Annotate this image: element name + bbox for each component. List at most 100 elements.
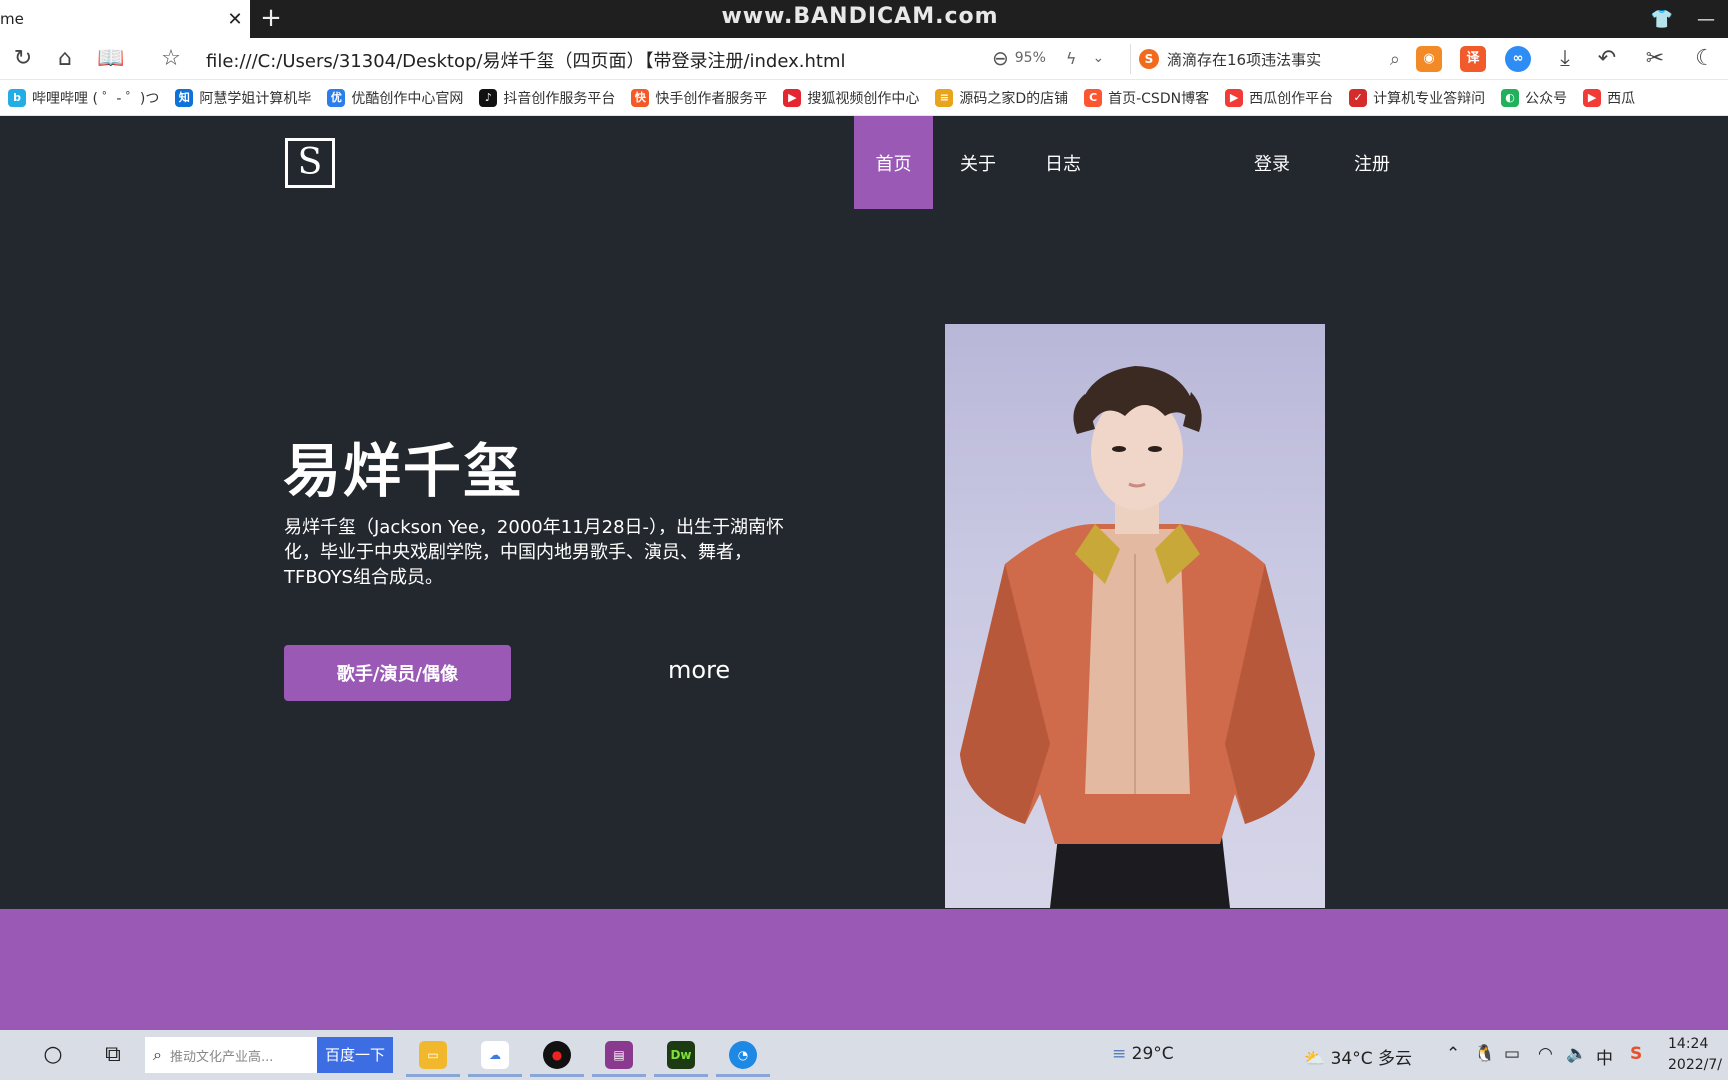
nav-about[interactable]: 关于 [940, 116, 1016, 209]
weather-main[interactable]: ⛅ 34°C 多云 [1304, 1044, 1412, 1069]
browser-icon: ◔ [729, 1040, 757, 1069]
site-logo[interactable]: S [285, 138, 335, 188]
system-clock[interactable]: 14:24 2022/7/ [1668, 1034, 1728, 1076]
bookmark-label: 抖音创作服务平台 [503, 90, 616, 107]
portrait-photo [945, 324, 1325, 908]
new-tab-button[interactable]: + [256, 4, 286, 34]
web-page: S 首页 关于 日志 登录 注册 易烊千玺 易烊千玺（Jackson Yee，2… [0, 116, 1728, 909]
bookmark-label: 快手创作者服务平 [655, 90, 768, 107]
battery-icon[interactable]: ▭ [1504, 1044, 1520, 1064]
zoom-out-icon[interactable]: ⊖ [992, 46, 1009, 70]
ime-indicator[interactable]: 中 [1596, 1044, 1613, 1069]
bookmark-item[interactable]: ▶ 搜狐视频创作中心 [775, 88, 927, 108]
bookmark-item[interactable]: ▶ 西瓜 [1575, 88, 1643, 108]
bookmark-label: 计算机专业答辩问 [1373, 90, 1486, 107]
bookmark-label: 哔哩哔哩 ( ゜- ゜)つ [32, 90, 160, 107]
bookmark-favicon-icon: ▶ [1225, 88, 1244, 107]
dreamweaver-app[interactable]: Dw [654, 1035, 708, 1077]
minimize-icon[interactable]: — [1684, 9, 1728, 30]
bookmark-favicon-icon: ✓ [1349, 88, 1368, 107]
bookmark-favicon-icon: ◐ [1501, 88, 1520, 107]
winrar-app[interactable]: ▤ [592, 1035, 646, 1077]
task-view-icon[interactable]: ⧉ [98, 1040, 128, 1070]
bookmark-item[interactable]: C 首页-CSDN博客 [1076, 88, 1217, 108]
translate-icon[interactable]: 译 [1460, 46, 1486, 72]
bookmark-item[interactable]: ♪ 抖音创作服务平台 [471, 88, 623, 108]
baidu-netdisk-app[interactable]: ☁ [468, 1035, 522, 1077]
browser-toolbar: ↻ ⌂ 📖 ☆ file:///C:/Users/31304/Desktop/易… [0, 38, 1728, 80]
scissors-icon[interactable]: ✂ [1640, 44, 1670, 74]
nav-home[interactable]: 首页 [854, 116, 933, 209]
bookmark-favicon-icon: ≡ [935, 88, 954, 107]
bookmark-item[interactable]: b 哔哩哔哩 ( ゜- ゜)つ [0, 88, 167, 108]
portrait-figure [960, 366, 1315, 908]
search-icon[interactable]: ⌕ [1390, 49, 1400, 70]
folder-icon: ▭ [419, 1040, 447, 1069]
night-mode-icon[interactable]: ☾ [1690, 44, 1720, 74]
dreamweaver-icon: Dw [667, 1040, 695, 1069]
nav-journal[interactable]: 日志 [1024, 116, 1102, 209]
address-bar[interactable]: file:///C:/Users/31304/Desktop/易烊千玺（四页面）… [206, 47, 846, 73]
baidu-search-button[interactable]: 百度一下 [317, 1037, 393, 1073]
windows-taskbar: ○ ⧉ ⌕ 推动文化产业高... 百度一下 ▭ ☁ ● ▤ Dw ◔ ≡ 29°… [0, 1030, 1728, 1080]
tray-chevron-icon[interactable]: ⌃ [1446, 1044, 1460, 1064]
chevron-down-icon[interactable]: ⌄ [1092, 50, 1104, 66]
game-icon[interactable]: ◉ [1416, 46, 1442, 72]
weather-small[interactable]: ≡ 29°C [1112, 1044, 1174, 1064]
taskbar-search[interactable]: ⌕ 推动文化产业高... [145, 1037, 317, 1073]
bookmark-favicon-icon: 优 [327, 88, 346, 107]
bookmark-favicon-icon: C [1084, 88, 1103, 107]
qq-icon[interactable]: 🐧 [1474, 1044, 1495, 1064]
file-explorer-app[interactable]: ▭ [406, 1035, 460, 1077]
bookmark-label: 西瓜 [1607, 90, 1636, 107]
archive-icon: ▤ [605, 1040, 633, 1069]
skin-icon[interactable]: 👕 [1640, 9, 1684, 30]
home-icon[interactable]: ⌂ [50, 44, 80, 74]
taskbar-search-input[interactable]: 推动文化产业高... [170, 1046, 273, 1065]
refresh-icon[interactable]: ↻ [8, 44, 38, 74]
bookmark-item[interactable]: ◐ 公众号 [1493, 88, 1575, 108]
cta-button[interactable]: 歌手/演员/偶像 [284, 645, 511, 701]
bookmark-item[interactable]: ✓ 计算机专业答辩问 [1341, 88, 1493, 108]
star-icon[interactable]: ☆ [156, 44, 186, 74]
bookmarks-bar: b 哔哩哔哩 ( ゜- ゜)つ知阿慧学姐计算机毕优优酷创作中心官网 ♪ 抖音创作服务平… [0, 80, 1728, 116]
zoom-control[interactable]: ⊖ 95% ϟ ⌄ [992, 46, 1104, 70]
lightning-icon[interactable]: ϟ [1066, 49, 1077, 68]
bookmark-item[interactable]: ≡ 源码之家D的店铺 [927, 88, 1076, 108]
reading-mode-icon[interactable]: 📖 [96, 44, 126, 74]
search-engine-icon[interactable]: S [1139, 49, 1159, 69]
footer-band [0, 909, 1728, 1030]
volume-icon[interactable]: 🔈 [1566, 1044, 1587, 1064]
undo-icon[interactable]: ↶ [1592, 44, 1622, 74]
bookmark-favicon-icon: ▶ [1583, 88, 1602, 107]
weather-main-temp: 34°C 多云 [1330, 1049, 1412, 1069]
nav-register[interactable]: 注册 [1332, 116, 1412, 209]
weather-small-temp: 29°C [1131, 1044, 1174, 1064]
cloud-icon: ☁ [481, 1040, 509, 1069]
nav-login[interactable]: 登录 [1232, 116, 1312, 209]
bookmark-label: 优酷创作中心官网 [351, 90, 464, 107]
browser-app[interactable]: ◔ [716, 1035, 770, 1077]
hero-description: 易烊千玺（Jackson Yee，2000年11月28日-），出生于湖南怀化，毕… [284, 517, 785, 588]
wifi-icon[interactable]: ◠ [1538, 1044, 1553, 1064]
browser-tab[interactable]: me ✕ [0, 0, 250, 38]
cortana-icon[interactable]: ○ [38, 1040, 68, 1070]
bandicam-app[interactable]: ● [530, 1035, 584, 1077]
bookmark-favicon-icon: 知 [175, 88, 194, 107]
bookmark-item[interactable]: 优优酷创作中心官网 [319, 88, 471, 108]
bookmark-item[interactable]: 快快手创作者服务平 [623, 88, 775, 108]
bookmark-label: 首页-CSDN博客 [1108, 90, 1210, 107]
bookmark-item[interactable]: 知阿慧学姐计算机毕 [167, 88, 319, 108]
more-link[interactable]: more [668, 656, 730, 684]
extension-icon[interactable]: ∞ [1505, 46, 1531, 72]
search-input[interactable]: 滴滴存在16项违法事实 [1167, 49, 1382, 70]
bookmark-label: 源码之家D的店铺 [959, 90, 1069, 107]
close-icon[interactable]: ✕ [220, 9, 250, 30]
sogou-ime-icon[interactable]: S [1630, 1044, 1642, 1064]
bookmark-item[interactable]: ▶ 西瓜创作平台 [1217, 88, 1341, 108]
search-box[interactable]: S 滴滴存在16项违法事实 ⌕ [1130, 44, 1400, 74]
bookmark-label: 搜狐视频创作中心 [807, 90, 920, 107]
bookmark-favicon-icon: 快 [631, 88, 650, 107]
bookmark-favicon-icon: ♪ [479, 88, 498, 107]
download-icon[interactable]: ⤓ [1550, 44, 1580, 74]
